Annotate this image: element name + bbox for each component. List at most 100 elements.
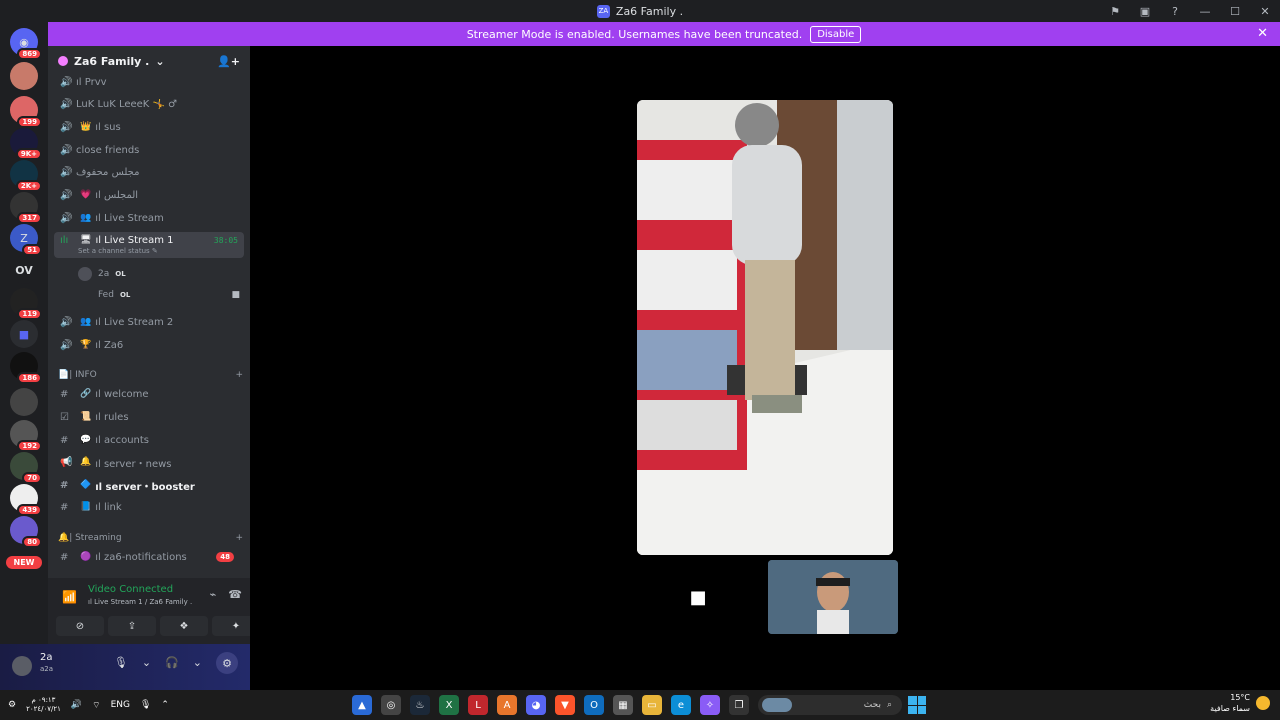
voice-channel[interactable]: 🔊 🏆 ıl Za6: [54, 335, 244, 355]
microphone-icon[interactable]: 🎙: [114, 656, 128, 674]
store-icon[interactable]: ▦: [613, 695, 633, 715]
text-channel[interactable]: # 📘 ıl link: [54, 497, 244, 517]
unread-badge: 80: [22, 536, 42, 548]
clock[interactable]: ٠٩:١٣ م ٢٠٢٤/٠٧/٢١: [26, 696, 61, 714]
close-icon[interactable]: ✕: [1257, 26, 1268, 41]
video-camera-icon: ■: [231, 290, 240, 300]
server-icon[interactable]: 119: [10, 288, 42, 320]
disable-streamer-mode-button[interactable]: Disable: [810, 25, 862, 43]
voice-channel[interactable]: 🔊 close friends: [54, 140, 244, 160]
server-icon[interactable]: 199: [10, 96, 42, 128]
invite-people-icon[interactable]: 👤+: [217, 55, 240, 68]
stream-video-tile[interactable]: [637, 100, 893, 555]
language-indicator[interactable]: ENG: [111, 700, 130, 710]
voice-location[interactable]: ıl Live Stream 1 / Za6 Family .: [88, 598, 192, 606]
task-view-icon[interactable]: ❐: [729, 695, 749, 715]
text-channel-unread[interactable]: # 🔷 ıl server・booster: [54, 475, 244, 495]
recording-app-icon[interactable]: ◎: [381, 695, 401, 715]
chevron-down-icon[interactable]: ⌄: [142, 656, 151, 674]
microphone-icon[interactable]: 🎙: [140, 700, 151, 710]
screen-share-button[interactable]: ⇪: [108, 616, 156, 636]
chevron-down-icon[interactable]: ⌄: [193, 656, 202, 674]
server-icon[interactable]: 317: [10, 192, 42, 224]
app-icon[interactable]: L: [468, 695, 488, 715]
server-icon[interactable]: 80: [10, 516, 42, 548]
unread-badge: 317: [17, 212, 42, 224]
headphones-icon[interactable]: 🎧: [165, 656, 179, 674]
windows-start-icon[interactable]: [908, 696, 926, 714]
photos-app-icon[interactable]: ▲: [352, 695, 372, 715]
discord-icon[interactable]: ◕: [526, 695, 546, 715]
voice-channel[interactable]: 🔊 💗 ıl المجلس: [54, 185, 244, 205]
taskbar-search[interactable]: بحث ⌕: [758, 695, 902, 715]
screen-icon[interactable]: ▣: [1130, 0, 1160, 22]
voice-channel[interactable]: 🔊 👥 ıl Live Stream 2: [54, 312, 244, 332]
minimize-button[interactable]: —: [1190, 0, 1220, 22]
wifi-icon[interactable]: ⌔: [92, 700, 100, 711]
server-icon[interactable]: 439: [10, 484, 42, 516]
brave-browser-icon[interactable]: ▼: [555, 695, 575, 715]
server-list: ◉ 869 199 9K+ 2K+ 317 Z 51 OV 119 ■ 186 19…: [0, 22, 48, 690]
text-channel[interactable]: # 🟣 ıl za6-notifications 48: [54, 547, 244, 567]
server-icon[interactable]: 186: [10, 352, 42, 384]
add-channel-icon[interactable]: +: [235, 370, 243, 380]
server-icon[interactable]: [10, 62, 38, 90]
inbox-icon[interactable]: ⚑: [1100, 0, 1130, 22]
camera-off-tile[interactable]: ■: [635, 560, 761, 634]
voice-member[interactable]: Fed OL: [78, 286, 130, 304]
text-channel[interactable]: # 💬 ıl accounts: [54, 430, 244, 450]
chevron-up-icon[interactable]: ⌃: [161, 700, 169, 710]
disconnect-icon[interactable]: ☎: [228, 588, 242, 601]
home-button[interactable]: ◉ 869: [10, 28, 42, 60]
noise-suppression-icon[interactable]: ⌁: [210, 588, 217, 601]
activities-button[interactable]: ❖: [160, 616, 208, 636]
server-icon[interactable]: 70: [10, 452, 42, 484]
server-icon[interactable]: 192: [10, 420, 42, 452]
folder-icon[interactable]: ■: [10, 320, 38, 348]
server-icon-za6[interactable]: Z 51: [10, 224, 42, 256]
new-unreads-pill[interactable]: NEW: [6, 556, 42, 569]
voice-channel[interactable]: 🔊 👥 ıl Live Stream: [54, 208, 244, 228]
app-icon[interactable]: A: [497, 695, 517, 715]
server-icon[interactable]: [10, 388, 38, 416]
weather-widget[interactable]: 15°C سماء صافية: [1210, 692, 1270, 714]
category-streaming[interactable]: 🔔| Streaming +: [58, 530, 243, 546]
channel-status[interactable]: Set a channel status ✎: [78, 247, 158, 255]
announcement-channel[interactable]: 📢 🔔 ıl server・news: [54, 452, 244, 472]
add-channel-icon[interactable]: +: [235, 533, 243, 543]
voice-channel-active[interactable]: ılı 🖥 ıl Live Stream 1 38:05 Set a channel…: [54, 232, 244, 258]
text-channel[interactable]: # 🔗 ıl welcome: [54, 384, 244, 404]
volume-icon[interactable]: 🔊: [71, 700, 82, 710]
voice-channel[interactable]: 🔊 مجلس محفوف: [54, 162, 244, 182]
server-icon[interactable]: 2K+: [10, 160, 42, 192]
file-explorer-icon[interactable]: ▭: [642, 695, 662, 715]
maximize-button[interactable]: ☐: [1220, 0, 1250, 22]
camera-off-button[interactable]: ⊘: [56, 616, 104, 636]
signal-icon[interactable]: 📶: [62, 590, 77, 604]
voice-channel[interactable]: 🔊 ıl Prvv: [54, 72, 244, 92]
server-icon-ov[interactable]: OV: [10, 256, 38, 284]
steam-icon[interactable]: ♨: [410, 695, 430, 715]
voice-channel[interactable]: 🔊 👑 ıl sus: [54, 117, 244, 137]
copilot-icon[interactable]: ✧: [700, 695, 720, 715]
user-avatar[interactable]: [12, 656, 32, 676]
voice-channel[interactable]: 🔊 LuK LuK LeeeK 🤸 ♂: [54, 94, 244, 114]
window-titlebar: ZA Za6 Family . ⚑ ▣ ? — ☐ ✕: [0, 0, 1280, 22]
category-info[interactable]: 📄| INFO +: [58, 367, 243, 383]
help-icon[interactable]: ?: [1160, 0, 1190, 22]
settings-icon[interactable]: ⚙: [8, 700, 16, 710]
settings-gear-icon[interactable]: ⚙: [216, 652, 238, 674]
weather-icon: [1256, 696, 1270, 710]
participant-video-tile[interactable]: [768, 560, 898, 634]
search-icon: ⌕: [886, 700, 892, 710]
server-icon[interactable]: 9K+: [10, 128, 42, 160]
outlook-icon[interactable]: O: [584, 695, 604, 715]
streamer-mode-banner: Streamer Mode is enabled. Usernames have…: [48, 22, 1280, 46]
edge-icon[interactable]: e: [671, 695, 691, 715]
voice-member[interactable]: 2a OL: [78, 265, 126, 283]
discord-app-icon: ZA: [596, 4, 610, 18]
user-name[interactable]: 2a: [40, 652, 53, 663]
excel-icon[interactable]: X: [439, 695, 459, 715]
text-channel[interactable]: ☑ 📜 ıl rules: [54, 407, 244, 427]
close-window-button[interactable]: ✕: [1250, 0, 1280, 22]
